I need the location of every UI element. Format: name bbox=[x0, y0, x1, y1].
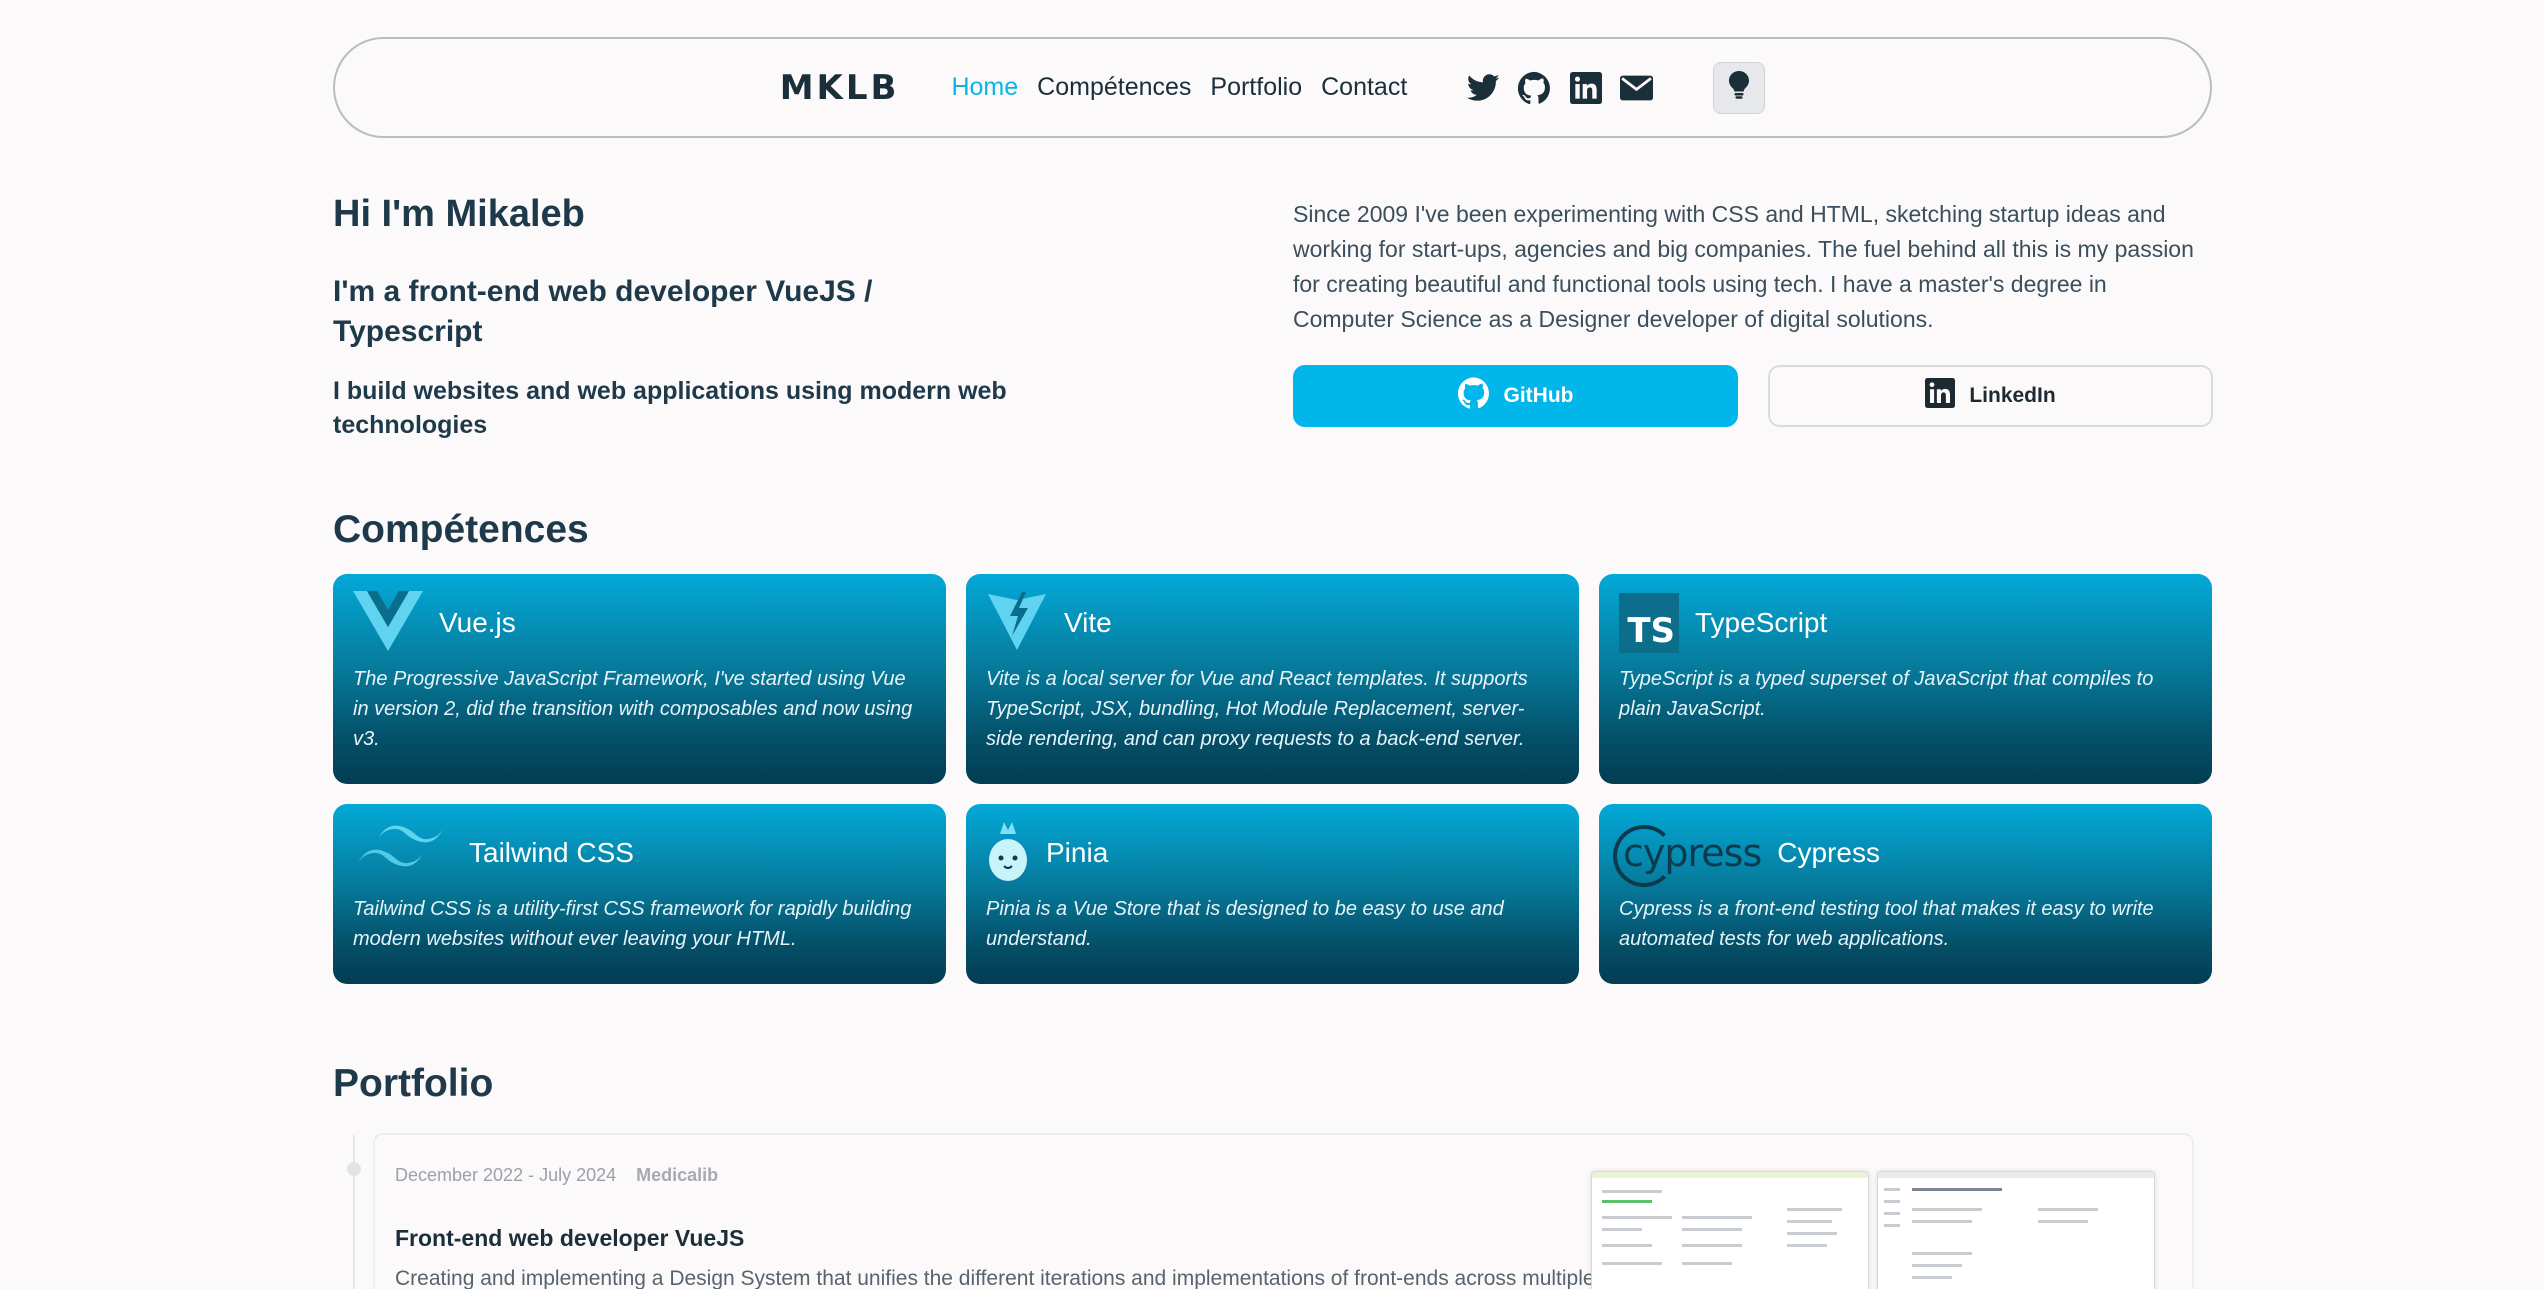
skill-card-pinia[interactable]: Pinia Pinia is a Vue Store that is desig… bbox=[966, 804, 1579, 984]
theme-toggle-button[interactable] bbox=[1713, 61, 1766, 114]
skill-card-tailwind[interactable]: Tailwind CSS Tailwind CSS is a utility-f… bbox=[333, 804, 946, 984]
skill-description: TypeScript is a typed superset of JavaSc… bbox=[1619, 668, 2154, 720]
site-logo[interactable]: MKLB bbox=[780, 68, 900, 108]
cypress-logo-icon: cypress bbox=[1612, 825, 1762, 887]
skill-card-vite[interactable]: Vite Vite is a local server for Vue and … bbox=[966, 574, 1579, 784]
skill-name: Pinia bbox=[1046, 837, 1109, 868]
pinia-logo-icon bbox=[986, 820, 1030, 887]
skill-description: Pinia is a Vue Store that is designed to… bbox=[986, 898, 1504, 950]
timeline-line bbox=[353, 1135, 355, 1289]
portfolio-item[interactable]: December 2022 - July 2024 Medicalib Fron… bbox=[373, 1133, 2194, 1289]
project-screenshot[interactable] bbox=[1877, 1171, 2155, 1289]
github-button[interactable]: GitHub bbox=[1293, 365, 1738, 427]
skill-name: Tailwind CSS bbox=[469, 837, 634, 868]
mail-icon[interactable] bbox=[1620, 71, 1654, 104]
hero-title: Hi I'm Mikaleb bbox=[333, 193, 585, 235]
portfolio-dates: December 2022 - July 2024 bbox=[395, 1165, 617, 1185]
portfolio-company: Medicalib bbox=[636, 1165, 719, 1185]
lightbulb-icon bbox=[1729, 71, 1750, 104]
hero-tagline: I build websites and web applications us… bbox=[333, 377, 1007, 439]
profile-buttons: GitHub LinkedIn bbox=[1293, 365, 2213, 427]
vue-logo-icon bbox=[353, 590, 423, 656]
skill-description: Vite is a local server for Vue and React… bbox=[986, 668, 1528, 750]
nav-link-competences[interactable]: Compétences bbox=[1037, 73, 1191, 102]
hero-subtitle: I'm a front-end web developer VueJS / Ty… bbox=[333, 275, 873, 348]
skill-card-vue[interactable]: Vue.js The Progressive JavaScript Framew… bbox=[333, 574, 946, 784]
project-screenshot[interactable] bbox=[1591, 1171, 1869, 1289]
hero-bio: Since 2009 I've been experimenting with … bbox=[1293, 197, 2213, 427]
tailwind-logo-icon bbox=[353, 821, 453, 886]
nav-links: Home Compétences Portfolio Contact bbox=[951, 73, 1407, 102]
portfolio-meta: December 2022 - July 2024 Medicalib bbox=[395, 1165, 718, 1186]
skills-heading: Compétences bbox=[333, 508, 589, 551]
linkedin-button[interactable]: LinkedIn bbox=[1768, 365, 2213, 427]
timeline-dot bbox=[347, 1162, 361, 1176]
github-icon[interactable] bbox=[1518, 71, 1551, 104]
top-navbar: MKLB Home Compétences Portfolio Contact bbox=[333, 37, 2212, 138]
linkedin-icon bbox=[1925, 378, 1956, 414]
typescript-logo-icon: TS bbox=[1619, 593, 1679, 653]
social-links bbox=[1467, 71, 1654, 104]
skill-card-typescript[interactable]: TS TypeScript TypeScript is a typed supe… bbox=[1599, 574, 2212, 784]
nav-link-contact[interactable]: Contact bbox=[1321, 73, 1407, 102]
portfolio-role: Front-end web developer VueJS bbox=[395, 1225, 745, 1251]
vite-logo-icon bbox=[986, 590, 1048, 657]
portfolio-heading: Portfolio bbox=[333, 1062, 494, 1105]
github-button-label: GitHub bbox=[1503, 384, 1574, 407]
nav-link-home[interactable]: Home bbox=[951, 73, 1018, 102]
twitter-icon[interactable] bbox=[1467, 71, 1500, 104]
hero-intro: Hi I'm Mikaleb I'm a front-end web devel… bbox=[333, 193, 1033, 442]
skill-card-cypress[interactable]: cypress Cypress Cypress is a front-end t… bbox=[1599, 804, 2212, 984]
portfolio-description: Creating and implementing a Design Syste… bbox=[395, 1267, 1595, 1289]
linkedin-icon[interactable] bbox=[1569, 71, 1602, 104]
skill-name: Cypress bbox=[1777, 837, 1880, 868]
skill-description: Tailwind CSS is a utility-first CSS fram… bbox=[353, 898, 912, 950]
skill-name: Vue.js bbox=[439, 607, 516, 638]
skill-description: The Progressive JavaScript Framework, I'… bbox=[353, 668, 913, 750]
github-icon bbox=[1457, 377, 1490, 415]
linkedin-button-label: LinkedIn bbox=[1969, 384, 2056, 407]
portfolio-screenshots bbox=[1591, 1171, 2155, 1289]
skill-description: Cypress is a front-end testing tool that… bbox=[1619, 898, 2154, 950]
skills-grid: Vue.js The Progressive JavaScript Framew… bbox=[333, 574, 2212, 984]
skill-name: TypeScript bbox=[1695, 607, 1828, 638]
skill-name: Vite bbox=[1064, 607, 1112, 638]
nav-link-portfolio[interactable]: Portfolio bbox=[1210, 73, 1302, 102]
bio-text: Since 2009 I've been experimenting with … bbox=[1293, 201, 2194, 332]
